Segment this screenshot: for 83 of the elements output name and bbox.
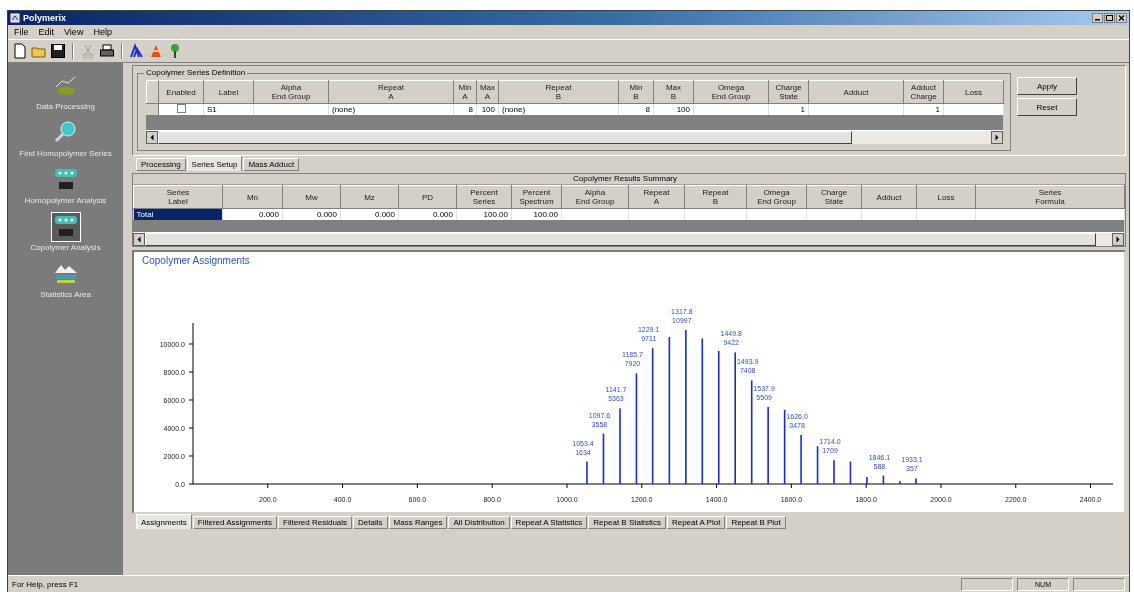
action-button[interactable]: Reset xyxy=(1017,98,1077,116)
column-header[interactable]: Label xyxy=(203,80,254,104)
scroll-thumb[interactable] xyxy=(158,131,853,144)
checkbox[interactable] xyxy=(176,104,186,113)
tab[interactable]: Mass Adduct xyxy=(243,158,300,171)
column-header[interactable]: Omega End Group xyxy=(746,185,807,209)
menu-item[interactable]: Edit xyxy=(34,27,59,37)
new-file-icon[interactable] xyxy=(12,43,28,59)
column-header[interactable]: Alpha End Group xyxy=(253,80,329,104)
column-header[interactable]: Adduct xyxy=(861,185,917,209)
printer-icon[interactable] xyxy=(99,43,115,59)
sidebar-item[interactable]: Find Homopolymer Series xyxy=(19,149,112,159)
tab[interactable]: Filtered Residuals xyxy=(278,516,353,529)
tab[interactable]: Repeat A Statistics xyxy=(510,516,588,529)
tab[interactable]: Mass Ranges xyxy=(388,516,448,529)
spectrum-peak xyxy=(602,433,605,484)
column-header[interactable]: Mz xyxy=(340,185,399,209)
close-icon[interactable] xyxy=(1116,13,1127,23)
tab[interactable]: Repeat B Statistics xyxy=(588,516,666,529)
column-header[interactable]: Percent Series xyxy=(456,185,512,209)
scroll-left-icon[interactable] xyxy=(146,131,158,144)
sidebar-item[interactable]: Homopolymer Analysis xyxy=(24,196,107,206)
panel-title: Copolymer Results Summary xyxy=(573,174,678,183)
menu-item[interactable]: View xyxy=(60,27,88,37)
column-header[interactable]: Series Formula xyxy=(975,185,1125,209)
status-text: For Help, press F1 xyxy=(12,579,80,589)
magnifier-icon xyxy=(52,120,79,144)
action-button[interactable]: Apply xyxy=(1017,77,1077,95)
minimize-icon[interactable] xyxy=(1092,13,1103,23)
menu-item[interactable]: File xyxy=(10,27,33,37)
tab[interactable]: All Distribution xyxy=(448,516,510,529)
column-header[interactable]: Mn xyxy=(222,185,283,209)
tab[interactable]: Processing xyxy=(136,158,186,171)
tab[interactable]: Series Setup xyxy=(186,156,243,171)
scroll-right-icon[interactable] xyxy=(991,131,1003,144)
column-header[interactable]: Mw xyxy=(282,185,341,209)
column-header[interactable]: Repeat A xyxy=(628,185,685,209)
sidebar-item[interactable]: Data Processing xyxy=(36,102,95,112)
column-header[interactable]: Repeat B xyxy=(684,185,747,209)
status-pane xyxy=(1073,577,1125,591)
window-title: Polymerix xyxy=(23,13,68,23)
scroll-right-icon[interactable] xyxy=(1112,233,1124,246)
status-pane xyxy=(961,577,1013,591)
column-header[interactable]: Max B xyxy=(653,80,694,104)
column-header[interactable]: Charge State xyxy=(806,185,862,209)
column-header[interactable]: Alpha End Group xyxy=(561,185,629,209)
spectrum-peak xyxy=(849,461,852,484)
tab[interactable]: Details xyxy=(353,516,388,529)
sidebar-item[interactable]: Statistics Area xyxy=(40,290,91,300)
app-icon xyxy=(10,13,20,23)
column-header[interactable]: Loss xyxy=(943,80,1004,104)
column-header[interactable]: Loss xyxy=(916,185,976,209)
spectrum-peak xyxy=(882,475,885,484)
column-header[interactable]: Charge State xyxy=(768,80,809,104)
column-header[interactable]: Omega End Group xyxy=(693,80,769,104)
nav-item-frame[interactable] xyxy=(50,212,81,242)
column-header[interactable]: Percent Spectrum xyxy=(511,185,562,209)
column-header[interactable]: Adduct xyxy=(808,80,904,104)
column-header[interactable]: Enabled xyxy=(158,80,204,104)
column-header[interactable]: PD xyxy=(398,185,457,209)
chart-title: Copolymer Assignments xyxy=(142,255,250,266)
column-header[interactable]: Max A xyxy=(476,80,499,104)
scroll-left-icon[interactable] xyxy=(133,233,145,246)
column-header[interactable]: Repeat A xyxy=(328,80,454,104)
column-header[interactable]: Repeat B xyxy=(498,80,619,104)
group-title: Copolymer Series Definition xyxy=(144,68,248,77)
tab[interactable]: Repeat A Plot xyxy=(666,516,726,529)
spectrum-peak xyxy=(816,446,819,484)
column-header[interactable]: Min A xyxy=(453,80,477,104)
tab[interactable]: Repeat B Plot xyxy=(726,516,786,529)
column-header[interactable]: Series Label xyxy=(133,185,223,209)
tab[interactable]: Assignments xyxy=(136,514,192,529)
chain-icon xyxy=(52,167,79,191)
column-header[interactable]: Min B xyxy=(618,80,654,104)
tab[interactable]: Filtered Assignments xyxy=(192,516,278,529)
horizontal-scrollbar[interactable] xyxy=(146,130,1003,144)
save-icon[interactable] xyxy=(50,43,66,59)
sidebar-item[interactable]: Copolymer Analysis xyxy=(30,243,101,253)
maximize-icon[interactable] xyxy=(1104,13,1115,23)
menu-item[interactable]: Help xyxy=(89,27,116,37)
peaks-icon[interactable] xyxy=(129,43,145,59)
column-header[interactable]: Adduct Charge xyxy=(903,80,944,104)
chain-icon xyxy=(52,214,79,238)
